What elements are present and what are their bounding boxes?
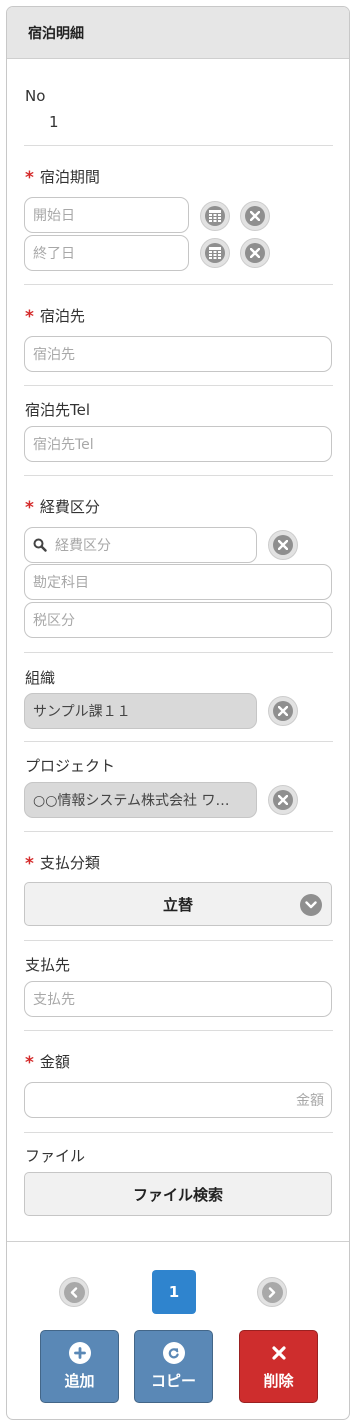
payment-type-select[interactable]: 立替: [24, 882, 332, 926]
lodging-tel-label: 宿泊先Tel: [25, 401, 91, 419]
chevron-left-icon: [63, 1281, 85, 1303]
search-icon: [33, 538, 47, 552]
required-mark: *: [25, 854, 34, 874]
tax-class-input[interactable]: 税区分: [24, 602, 332, 638]
payment-type-label: * 支払分類: [25, 854, 100, 874]
account-item-input[interactable]: 勘定科目: [24, 564, 332, 600]
project-label: プロジェクト: [25, 757, 116, 775]
file-label: ファイル: [25, 1147, 86, 1165]
chevron-down-icon: [300, 894, 322, 916]
organization-field: サンプル課１１: [24, 693, 257, 729]
organization-label: 組織: [25, 669, 56, 687]
add-button[interactable]: 追加: [40, 1330, 119, 1403]
plus-icon: [68, 1342, 91, 1364]
end-date-clear-icon[interactable]: [240, 238, 270, 268]
expense-clear-icon[interactable]: [268, 530, 298, 560]
close-icon: [268, 1342, 290, 1364]
start-date-calendar-icon[interactable]: [200, 201, 230, 231]
required-mark: *: [25, 168, 34, 188]
project-field: ○○情報システム株式会社 ワ…: [24, 782, 257, 818]
amount-label: * 金額: [25, 1053, 70, 1073]
lodging-tel-section: 宿泊先Tel 宿泊先Tel: [24, 386, 333, 476]
amount-section: * 金額 金額: [24, 1031, 333, 1133]
amount-input[interactable]: 金額: [24, 1082, 332, 1118]
current-page[interactable]: 1: [152, 1270, 196, 1314]
file-search-button[interactable]: ファイル検索: [24, 1172, 332, 1216]
payee-label: 支払先: [25, 956, 71, 974]
file-section: ファイル ファイル検索: [24, 1133, 333, 1233]
expense-label: * 経費区分: [25, 498, 100, 518]
no-value: 1: [49, 113, 59, 131]
start-date-input[interactable]: 開始日: [24, 197, 189, 233]
expense-section: * 経費区分 経費区分 勘定科目 税区分: [24, 476, 333, 653]
stay-period-label: * 宿泊期間: [25, 168, 100, 188]
required-mark: *: [25, 307, 34, 327]
panel-title: 宿泊明細: [28, 25, 84, 42]
payee-section: 支払先 支払先: [24, 941, 333, 1031]
payment-type-section: * 支払分類 立替: [24, 832, 333, 941]
no-section: No 1: [24, 59, 333, 146]
payee-input[interactable]: 支払先: [24, 981, 332, 1017]
project-clear-icon[interactable]: [268, 785, 298, 815]
delete-button[interactable]: 削除: [239, 1330, 318, 1403]
organization-clear-icon[interactable]: [268, 696, 298, 726]
no-label: No: [25, 87, 46, 105]
chevron-right-icon: [261, 1281, 283, 1303]
copy-button[interactable]: コピー: [134, 1330, 213, 1403]
lodging-input[interactable]: 宿泊先: [24, 336, 332, 372]
next-page-button[interactable]: [257, 1277, 287, 1307]
organization-section: 組織 サンプル課１１: [24, 653, 333, 742]
panel-footer: 1 追加 コピー 削除: [7, 1241, 349, 1419]
refresh-icon: [162, 1342, 185, 1364]
end-date-input[interactable]: 終了日: [24, 235, 189, 271]
project-section: プロジェクト ○○情報システム株式会社 ワ…: [24, 742, 333, 832]
start-date-clear-icon[interactable]: [240, 201, 270, 231]
form-body: No 1 * 宿泊期間 開始日 終了日 * 宿泊先 宿泊先 宿泊先Tel 宿泊先…: [24, 59, 333, 1233]
panel-header: 宿泊明細: [7, 7, 349, 59]
required-mark: *: [25, 498, 34, 518]
end-date-calendar-icon[interactable]: [200, 238, 230, 268]
lodging-section: * 宿泊先 宿泊先: [24, 285, 333, 386]
prev-page-button[interactable]: [59, 1277, 89, 1307]
detail-panel: 宿泊明細 No 1 * 宿泊期間 開始日 終了日 * 宿泊先 宿泊先 宿泊先Te…: [6, 6, 350, 1420]
lodging-label: * 宿泊先: [25, 307, 85, 327]
stay-period-section: * 宿泊期間 開始日 終了日: [24, 146, 333, 285]
required-mark: *: [25, 1053, 34, 1073]
lodging-tel-input[interactable]: 宿泊先Tel: [24, 426, 332, 462]
expense-search-input[interactable]: 経費区分: [24, 527, 257, 563]
